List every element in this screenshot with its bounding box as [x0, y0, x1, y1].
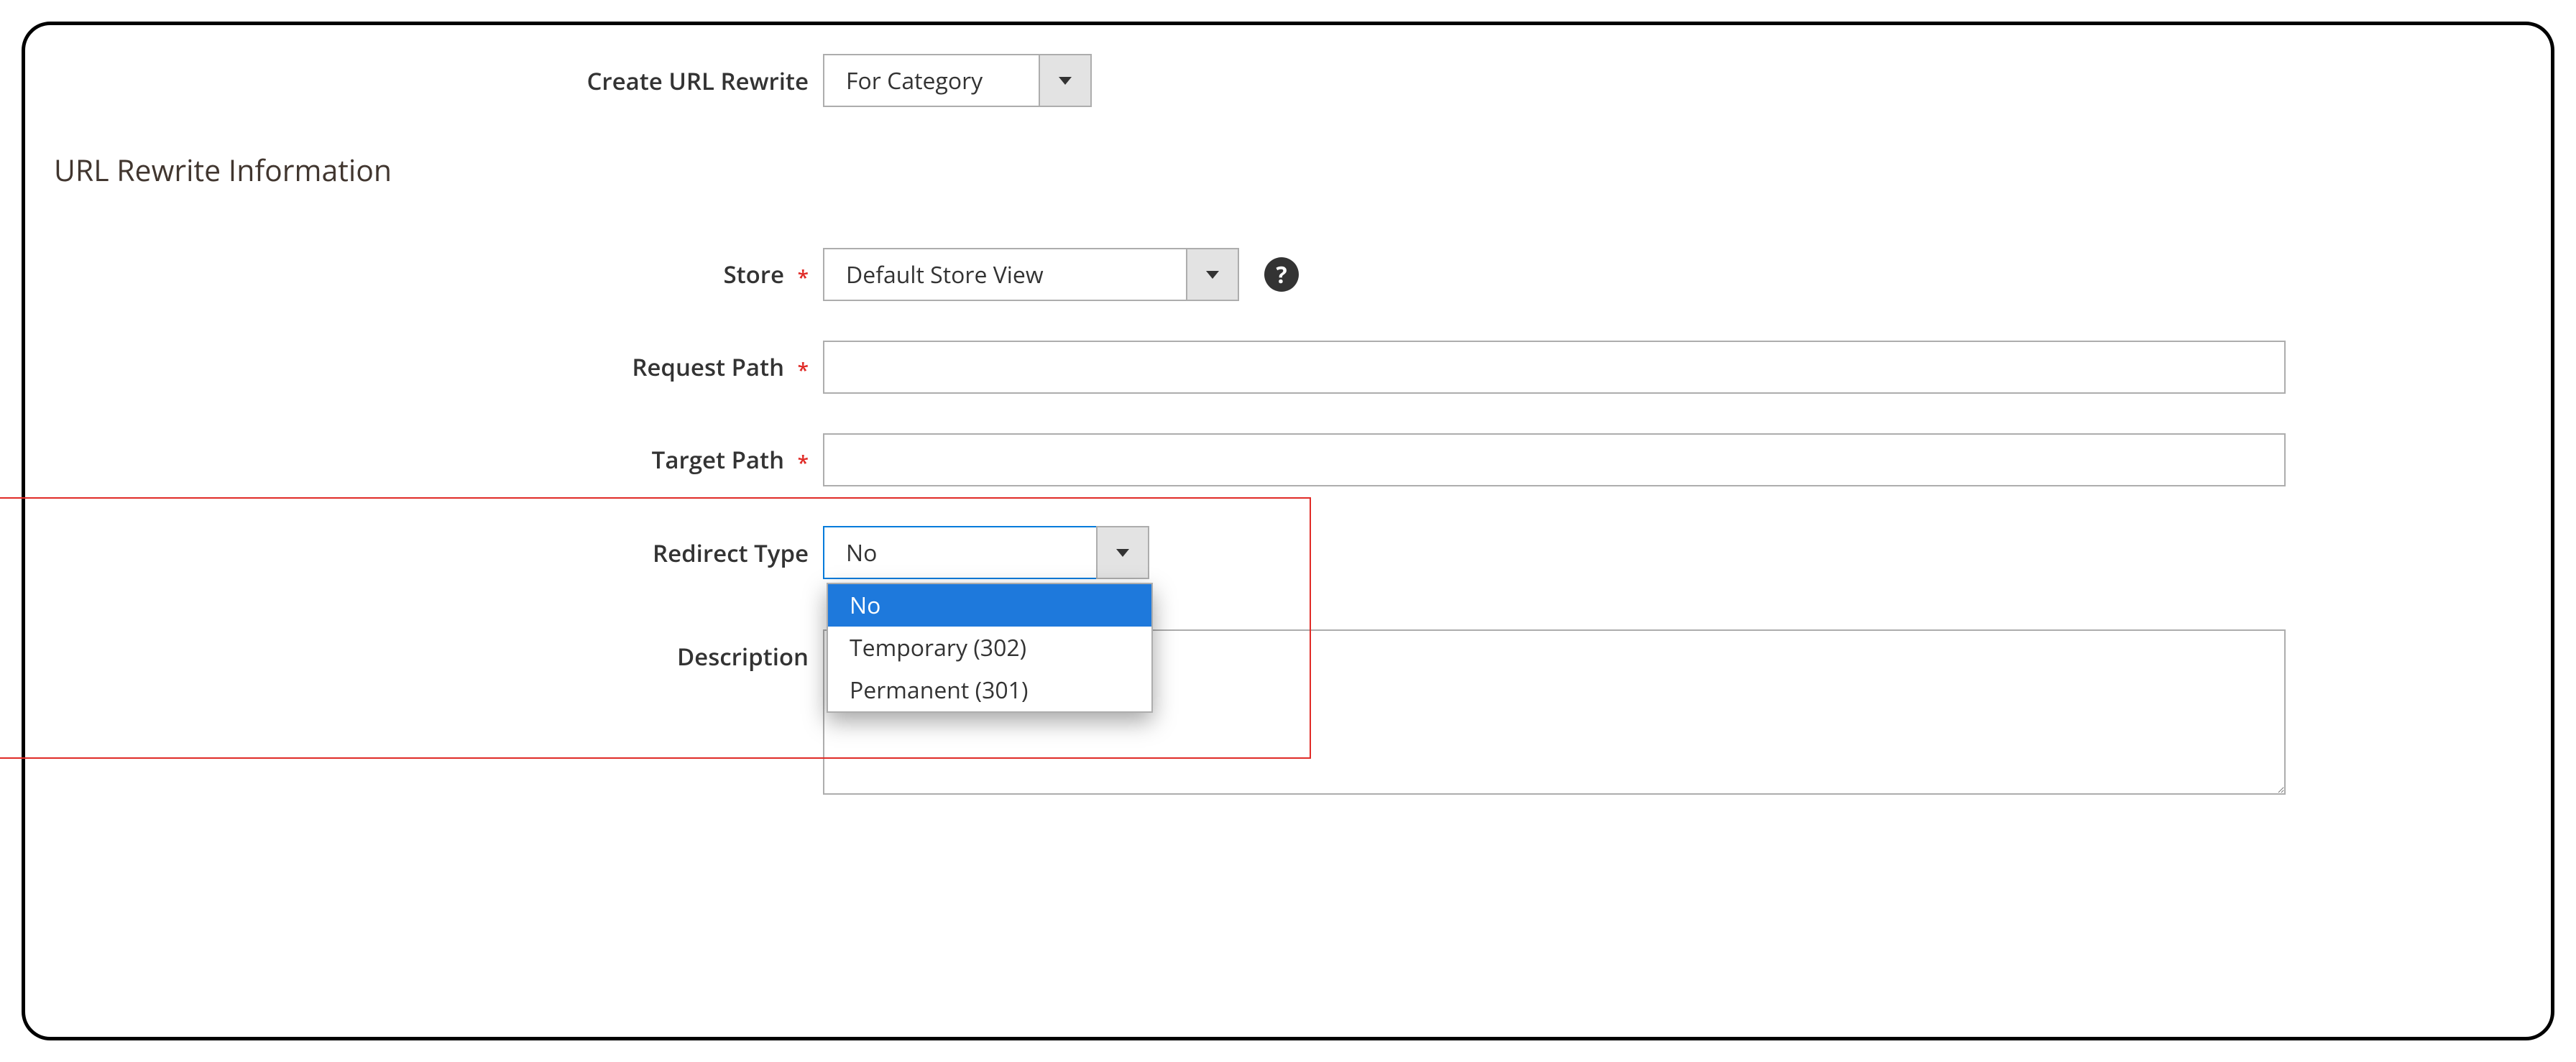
- row-request-path: Request Path *: [54, 341, 2522, 394]
- select-value-redirect-type: No: [823, 526, 1096, 579]
- label-create-url-rewrite: Create URL Rewrite: [54, 65, 823, 97]
- select-create-url-rewrite[interactable]: For Category: [823, 54, 1092, 107]
- row-create-url-rewrite: Create URL Rewrite For Category: [54, 54, 2522, 107]
- select-value-store: Default Store View: [823, 248, 1186, 301]
- label-target-path: Target Path *: [54, 443, 823, 476]
- label-text-store: Store: [723, 258, 784, 290]
- label-text-target-path: Target Path: [652, 443, 784, 476]
- label-text-request-path: Request Path: [632, 351, 784, 383]
- row-store: Store * Default Store View ?: [54, 248, 2522, 301]
- option-temporary-302[interactable]: Temporary (302): [828, 627, 1151, 669]
- caret-down-icon: [1039, 54, 1092, 107]
- label-redirect-type: Redirect Type: [54, 537, 823, 569]
- select-redirect-type[interactable]: No: [823, 526, 1149, 579]
- option-no[interactable]: No: [828, 584, 1151, 627]
- input-target-path[interactable]: [823, 433, 2286, 486]
- row-description: Description: [54, 629, 2522, 798]
- select-store[interactable]: Default Store View: [823, 248, 1239, 301]
- label-text-redirect-type: Redirect Type: [653, 537, 809, 569]
- label-store: Store *: [54, 258, 823, 290]
- dropdown-redirect-type-options: No Temporary (302) Permanent (301): [827, 583, 1153, 713]
- label-description: Description: [54, 629, 823, 673]
- row-redirect-type: Redirect Type No: [54, 526, 2522, 579]
- label-text-description: Description: [677, 640, 809, 673]
- form-frame: Create URL Rewrite For Category URL Rewr…: [22, 22, 2554, 1040]
- required-star-icon: *: [798, 449, 809, 476]
- required-star-icon: *: [798, 264, 809, 291]
- input-request-path[interactable]: [823, 341, 2286, 394]
- row-target-path: Target Path *: [54, 433, 2522, 486]
- section-title: URL Rewrite Information: [54, 150, 2522, 190]
- help-icon[interactable]: ?: [1264, 257, 1299, 292]
- label-text-create: Create URL Rewrite: [586, 65, 809, 97]
- select-value-create: For Category: [823, 54, 1039, 107]
- required-star-icon: *: [798, 356, 809, 384]
- caret-down-icon: [1096, 526, 1149, 579]
- label-request-path: Request Path *: [54, 351, 823, 383]
- caret-down-icon: [1186, 248, 1239, 301]
- option-permanent-301[interactable]: Permanent (301): [828, 669, 1151, 711]
